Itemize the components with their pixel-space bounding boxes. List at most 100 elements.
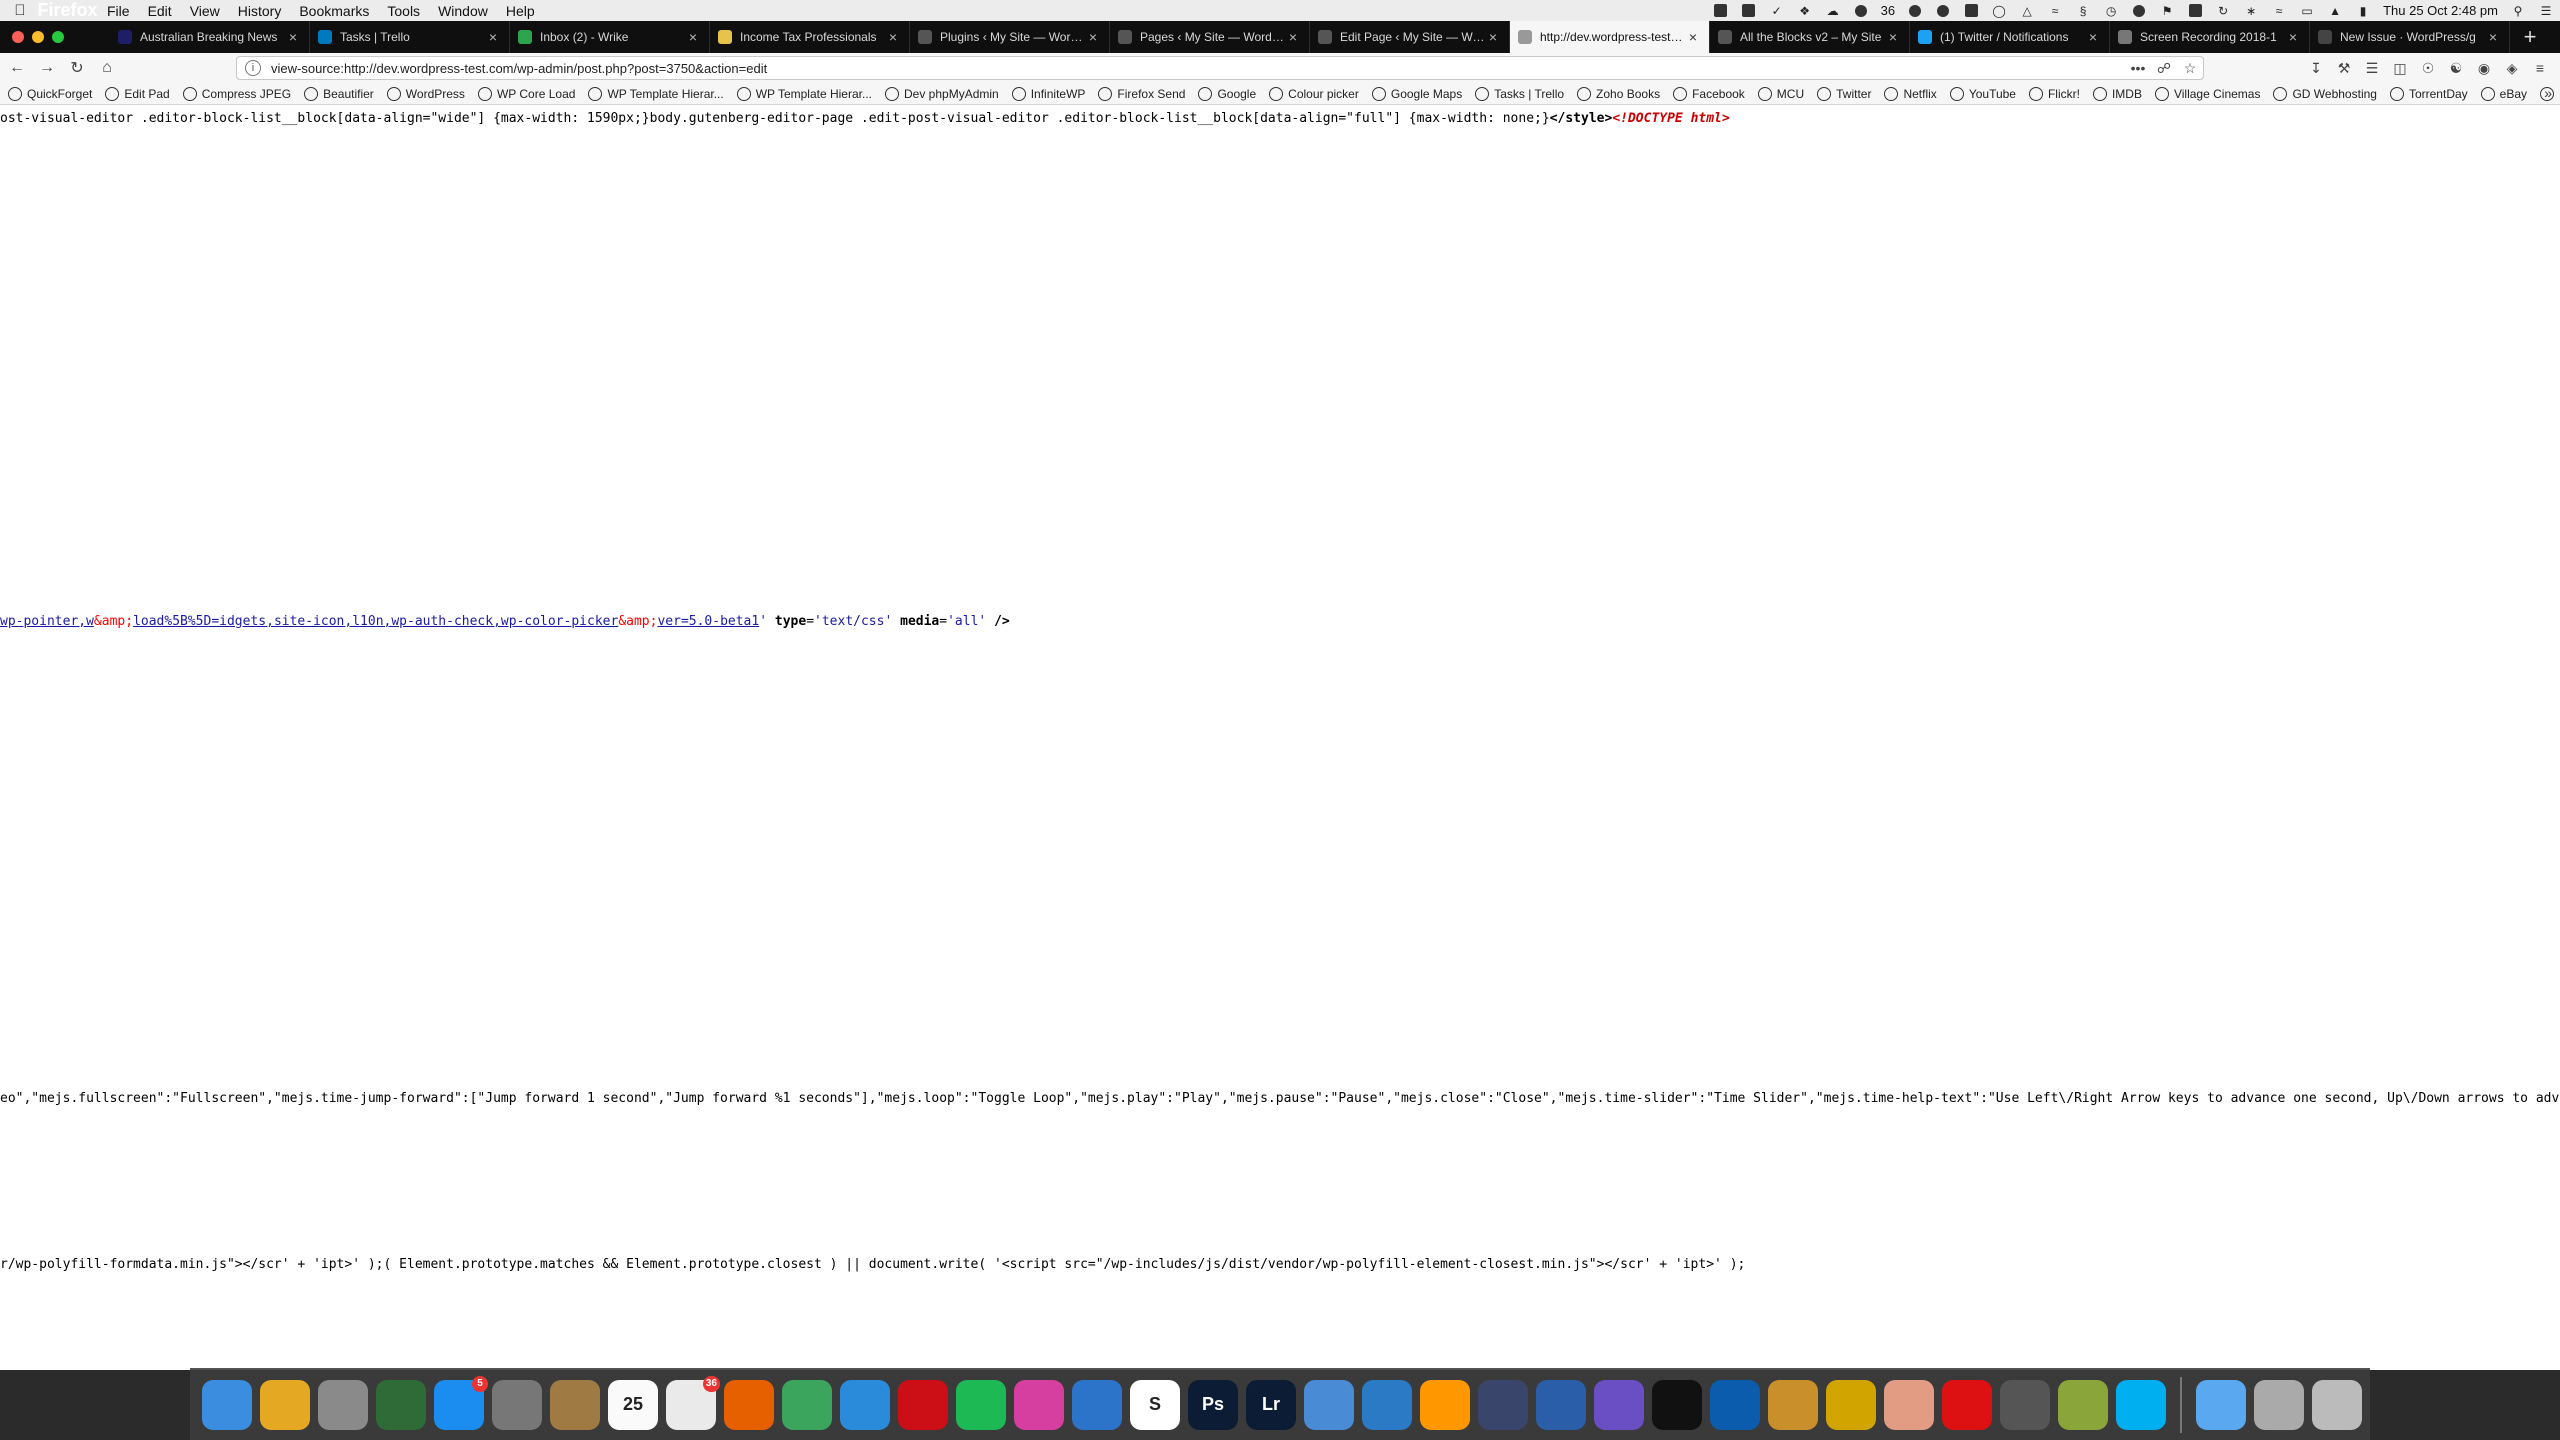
dock-keka-icon[interactable] — [2058, 1379, 2108, 1430]
airplay-icon[interactable]: ▭ — [2296, 4, 2318, 18]
flag-icon[interactable]: ⚑ — [2156, 4, 2178, 18]
notification-center-icon[interactable]: ☰ — [2535, 4, 2557, 18]
tab-close-icon[interactable]: × — [1285, 29, 1301, 45]
menu-tools[interactable]: Tools — [378, 3, 429, 19]
bookmark-item[interactable]: Facebook — [1673, 86, 1745, 101]
browser-tab[interactable]: Plugins ‹ My Site — WordPress× — [910, 21, 1110, 53]
close-window-button[interactable] — [12, 31, 24, 43]
tab-close-icon[interactable]: × — [685, 29, 701, 45]
dock-record-app-icon[interactable] — [1942, 1379, 1992, 1430]
menubar-app-icon[interactable] — [1904, 4, 1926, 18]
apple-icon[interactable]:  — [0, 2, 40, 19]
bookmarks-overflow-chevron-icon[interactable]: » — [2544, 85, 2552, 101]
dock-1password-icon[interactable] — [1710, 1379, 1760, 1430]
dock-mail-clock-icon[interactable]: 36 — [666, 1375, 720, 1430]
browser-tab[interactable]: (1) Twitter / Notifications × — [1910, 21, 2110, 53]
tab-close-icon[interactable]: × — [485, 29, 501, 45]
bookmark-item[interactable]: Compress JPEG — [182, 86, 291, 101]
home-icon[interactable]: ⌂ — [92, 55, 122, 81]
tab-close-icon[interactable]: × — [2485, 29, 2501, 45]
bookmark-item[interactable]: Firefox Send — [1098, 86, 1185, 101]
pocket-icon[interactable]: ☍ — [2151, 60, 2177, 77]
menu-window[interactable]: Window — [429, 3, 497, 19]
dock-lightroom-icon[interactable]: Lr — [1246, 1379, 1296, 1430]
dock-terminal-icon[interactable] — [1652, 1379, 1702, 1430]
dock-dash-icon[interactable] — [1594, 1379, 1644, 1430]
menubar-app-icon[interactable] — [1738, 4, 1760, 18]
menu-bookmarks[interactable]: Bookmarks — [290, 3, 378, 19]
signature-icon[interactable]: ≈ — [2044, 4, 2066, 18]
tab-close-icon[interactable]: × — [1885, 29, 1901, 45]
dock-skype-icon[interactable] — [2116, 1379, 2166, 1430]
time-machine-icon[interactable]: ↻ — [2212, 4, 2234, 18]
dock-calculator-icon[interactable] — [2000, 1379, 2050, 1430]
section-icon[interactable]: § — [2072, 4, 2094, 18]
menubar-app-icon[interactable] — [1932, 4, 1954, 18]
bookmark-item[interactable]: Netflix — [1884, 86, 1937, 101]
source-link[interactable]: wp-pointer,w — [0, 614, 94, 629]
sidebar-icon[interactable]: ◫ — [2386, 55, 2414, 81]
dock-forklift-icon[interactable] — [260, 1379, 310, 1430]
extension-icon[interactable]: ◉ — [2470, 55, 2498, 81]
dock-photoshop-icon[interactable]: Ps — [1188, 1379, 1238, 1430]
bookmark-item[interactable]: WP Template Hierar... — [736, 86, 872, 101]
dock-xcode-icon[interactable] — [1478, 1379, 1528, 1430]
dock-archive-utility-icon[interactable] — [2254, 1379, 2304, 1430]
bookmark-item[interactable]: YouTube — [1949, 86, 2016, 101]
browser-tab[interactable]: Income Tax Professionals × — [710, 21, 910, 53]
dock-system-preferences-icon[interactable] — [492, 1379, 542, 1430]
hamburger-menu-icon[interactable]: ≡ — [2526, 55, 2554, 81]
menubar-app-icon[interactable]: ◯ — [1988, 4, 2010, 18]
bookmark-item[interactable]: Zoho Books — [1577, 86, 1660, 101]
bookmark-item[interactable]: MCU — [1757, 86, 1804, 101]
spotlight-search-icon[interactable]: ⚲ — [2507, 4, 2529, 18]
dock-vscode-icon[interactable] — [1362, 1379, 1412, 1430]
battery-icon[interactable]: ▮ — [2352, 4, 2374, 18]
dock-mission-control-icon[interactable] — [376, 1379, 426, 1430]
browser-tab[interactable]: http://dev.wordpress-test.com × — [1510, 21, 1710, 53]
bookmark-item[interactable]: IMDB — [2092, 86, 2142, 101]
tab-close-icon[interactable]: × — [1685, 29, 1701, 45]
bookmark-item[interactable]: WP Core Load — [477, 86, 575, 101]
bookmark-item[interactable]: Tasks | Trello — [1475, 86, 1564, 101]
menubar-app-icon[interactable] — [1850, 4, 1872, 18]
bookmark-item[interactable]: InfiniteWP — [1011, 86, 1085, 101]
browser-tab[interactable]: Australian Breaking News × — [110, 21, 310, 53]
minimize-window-button[interactable] — [32, 31, 44, 43]
bookmark-item[interactable]: Flickr! — [2028, 86, 2080, 101]
dock-contacts-icon[interactable] — [550, 1379, 600, 1430]
menu-help[interactable]: Help — [497, 3, 544, 19]
menu-file[interactable]: File — [98, 3, 139, 19]
dock-itunes-icon[interactable] — [1014, 1379, 1064, 1430]
new-tab-button[interactable]: + — [2510, 21, 2550, 53]
dock-transmit-truck-icon[interactable] — [1304, 1379, 1354, 1430]
tab-close-icon[interactable]: × — [2085, 29, 2101, 45]
browser-tab[interactable]: Edit Page ‹ My Site — WordPre× — [1310, 21, 1510, 53]
menubar-app-icon[interactable] — [1960, 4, 1982, 18]
back-arrow-icon[interactable]: ← — [2, 55, 32, 81]
dock-trash-icon[interactable] — [2312, 1379, 2362, 1430]
menu-history[interactable]: History — [229, 3, 291, 19]
bookmark-star-icon[interactable]: ☆ — [2177, 60, 2203, 77]
bookmark-item[interactable]: Edit Pad — [105, 86, 170, 101]
dock-calendar-icon[interactable]: 25 — [608, 1379, 658, 1430]
dock-downloads-folder-icon[interactable] — [2196, 1379, 2246, 1430]
bookmark-item[interactable]: Twitter — [1817, 86, 1871, 101]
tab-close-icon[interactable]: × — [885, 29, 901, 45]
volume-icon[interactable]: ▲ — [2324, 4, 2346, 18]
bookmark-item[interactable]: Colour picker — [1269, 86, 1359, 101]
wifi-icon[interactable]: ≈ — [2268, 4, 2290, 18]
menubar-badge-count[interactable]: 36 — [1875, 3, 1901, 18]
clock-icon[interactable]: ◷ — [2100, 4, 2122, 18]
menubar-app-icon[interactable] — [1710, 4, 1732, 18]
extension-icon[interactable]: ☉ — [2414, 55, 2442, 81]
bookmark-item[interactable]: Google Maps — [1371, 86, 1462, 101]
bookmark-item[interactable]: WP Template Hierar... — [588, 86, 724, 101]
reload-icon[interactable]: ↻ — [62, 55, 92, 81]
dropbox-icon[interactable]: ❖ — [1794, 4, 1816, 18]
dock-sublime-icon[interactable] — [1420, 1379, 1470, 1430]
dock-spotify-icon[interactable] — [956, 1379, 1006, 1430]
cloud-icon[interactable]: ☁ — [1822, 4, 1844, 18]
bluetooth-icon[interactable]: ∗ — [2240, 4, 2262, 18]
browser-tab[interactable]: Inbox (2) - Wrike × — [510, 21, 710, 53]
